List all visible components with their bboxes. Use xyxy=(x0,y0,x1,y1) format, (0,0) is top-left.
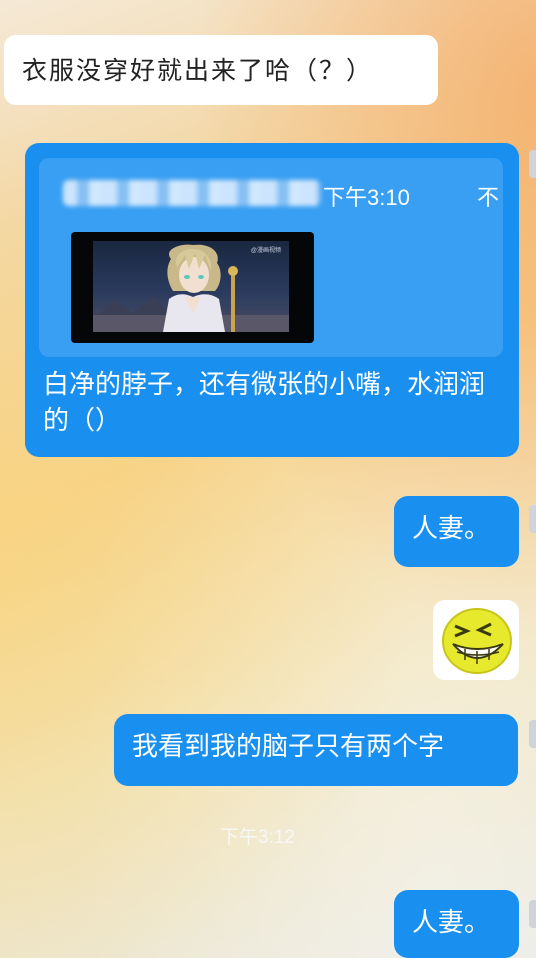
outgoing-message-text: 我看到我的脑子只有两个字 xyxy=(132,732,445,762)
avatar-edge xyxy=(529,505,536,533)
video-watermark: @漫画视频 xyxy=(250,248,281,254)
anime-character-image xyxy=(93,244,289,332)
quote-collapse-toggle[interactable]: 不 xyxy=(477,180,499,212)
quoted-message-card[interactable]: 下午3:10 不 @漫画视频 xyxy=(39,158,503,357)
avatar-edge xyxy=(529,150,536,178)
incoming-message-bubble[interactable]: 衣服没穿好就出来了哈（？） xyxy=(4,35,438,105)
video-frame: @漫画视频 xyxy=(93,241,289,332)
outgoing-message-text: 人妻。 xyxy=(412,514,491,544)
video-thumbnail[interactable]: @漫画视频 xyxy=(71,232,314,343)
message-timestamp: 下午3:12 xyxy=(220,827,295,848)
blurred-sender-name xyxy=(63,180,321,206)
avatar-edge xyxy=(529,720,536,748)
grinning-laughing-emoji-icon xyxy=(442,608,512,674)
outgoing-message-bubble[interactable]: 人妻。 xyxy=(394,890,519,958)
quoted-message-time: 下午3:10 xyxy=(323,185,410,210)
reply-message-text: 白净的脖子，还有微张的小嘴，水润润的（） xyxy=(43,370,486,436)
avatar-edge xyxy=(529,900,536,928)
outgoing-message-text: 人妻。 xyxy=(412,908,491,938)
outgoing-message-bubble[interactable]: 人妻。 xyxy=(394,496,519,567)
incoming-message-text: 衣服没穿好就出来了哈（？） xyxy=(22,56,374,85)
outgoing-message-bubble[interactable]: 我看到我的脑子只有两个字 xyxy=(114,714,518,786)
quoted-reply-bubble[interactable]: 下午3:10 不 @漫画视频 白净的脖子，还有微张的小嘴，水润润的（） xyxy=(25,143,519,457)
sticker-message[interactable] xyxy=(433,600,519,680)
